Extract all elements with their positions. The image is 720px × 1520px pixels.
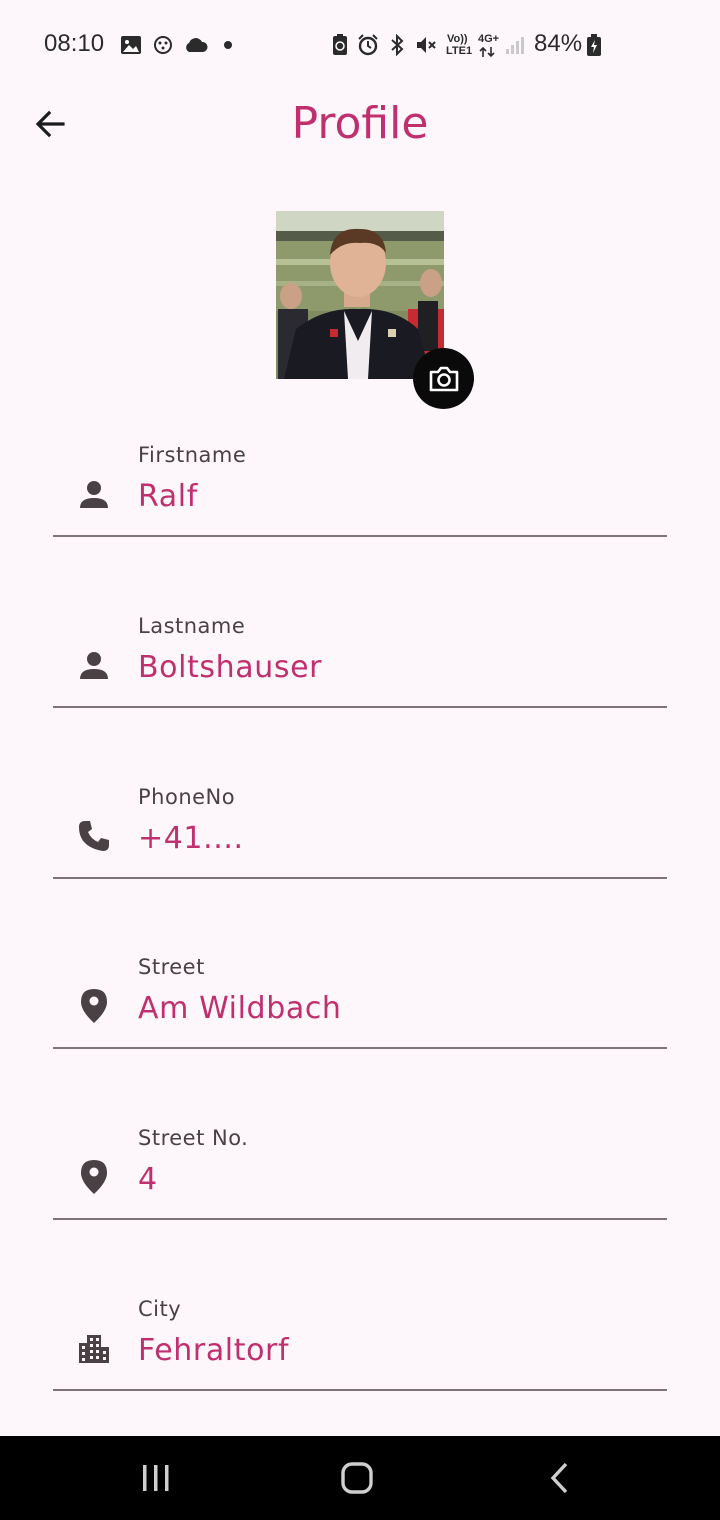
profile-photo <box>276 211 444 379</box>
avatar[interactable] <box>276 211 444 379</box>
gallery-icon <box>120 34 142 56</box>
location-pin-icon <box>75 987 113 1025</box>
city-icon <box>75 1329 113 1367</box>
phone-field[interactable]: PhoneNo <box>53 779 667 879</box>
city-input[interactable] <box>138 1333 658 1368</box>
recents-button[interactable] <box>132 1454 180 1502</box>
change-photo-button[interactable] <box>413 348 474 409</box>
bluetooth-icon <box>386 34 408 56</box>
network-4g-label: 4G+ <box>478 33 500 45</box>
home-button[interactable] <box>333 1454 381 1502</box>
network-lte-label: LTE1 <box>446 45 473 57</box>
firstname-label: Firstname <box>138 443 247 467</box>
street-no-field[interactable]: Street No. <box>53 1120 667 1220</box>
lastname-label: Lastname <box>138 614 246 638</box>
nav-back-button[interactable] <box>536 1454 584 1502</box>
phone-label: PhoneNo <box>138 785 236 809</box>
data-arrows-icon <box>478 46 496 58</box>
status-time: 08:10 <box>44 30 105 57</box>
status-bar: 08:10 Vo)) LTE1 4G+ 84% <box>0 0 720 90</box>
recents-icon <box>143 1465 169 1491</box>
battery-icon <box>586 34 602 56</box>
lastname-input[interactable] <box>138 650 658 685</box>
firstname-input[interactable] <box>138 479 658 514</box>
app-icon <box>152 34 174 56</box>
street-input[interactable] <box>138 991 658 1026</box>
signal-icon <box>504 34 526 56</box>
lastname-field[interactable]: Lastname <box>53 608 667 708</box>
camera-icon <box>429 366 458 391</box>
person-icon <box>75 646 113 684</box>
street-no-input[interactable] <box>138 1162 658 1197</box>
battery-percentage: 84% <box>534 30 583 57</box>
page-title: Profile <box>291 98 429 149</box>
dot-icon <box>217 34 239 56</box>
firstname-field[interactable]: Firstname <box>53 437 667 537</box>
battery-saver-icon <box>329 34 351 56</box>
cloud-icon <box>183 34 209 56</box>
street-field[interactable]: Street <box>53 949 667 1049</box>
location-pin-icon <box>75 1158 113 1196</box>
phone-input[interactable] <box>138 821 658 856</box>
profile-screen: 08:10 Vo)) LTE1 4G+ 84% Profile Firstnam… <box>0 0 720 1520</box>
street-no-label: Street No. <box>138 1126 249 1150</box>
person-icon <box>75 475 113 513</box>
street-label: Street <box>138 955 205 979</box>
system-nav-bar <box>0 1436 720 1520</box>
network-vo-label: Vo)) <box>447 33 468 45</box>
phone-icon <box>75 817 113 855</box>
city-field[interactable]: City <box>53 1291 667 1391</box>
back-icon <box>550 1462 568 1494</box>
home-icon <box>341 1462 373 1494</box>
mute-icon <box>415 34 437 56</box>
alarm-icon <box>357 34 379 56</box>
city-label: City <box>138 1297 182 1321</box>
